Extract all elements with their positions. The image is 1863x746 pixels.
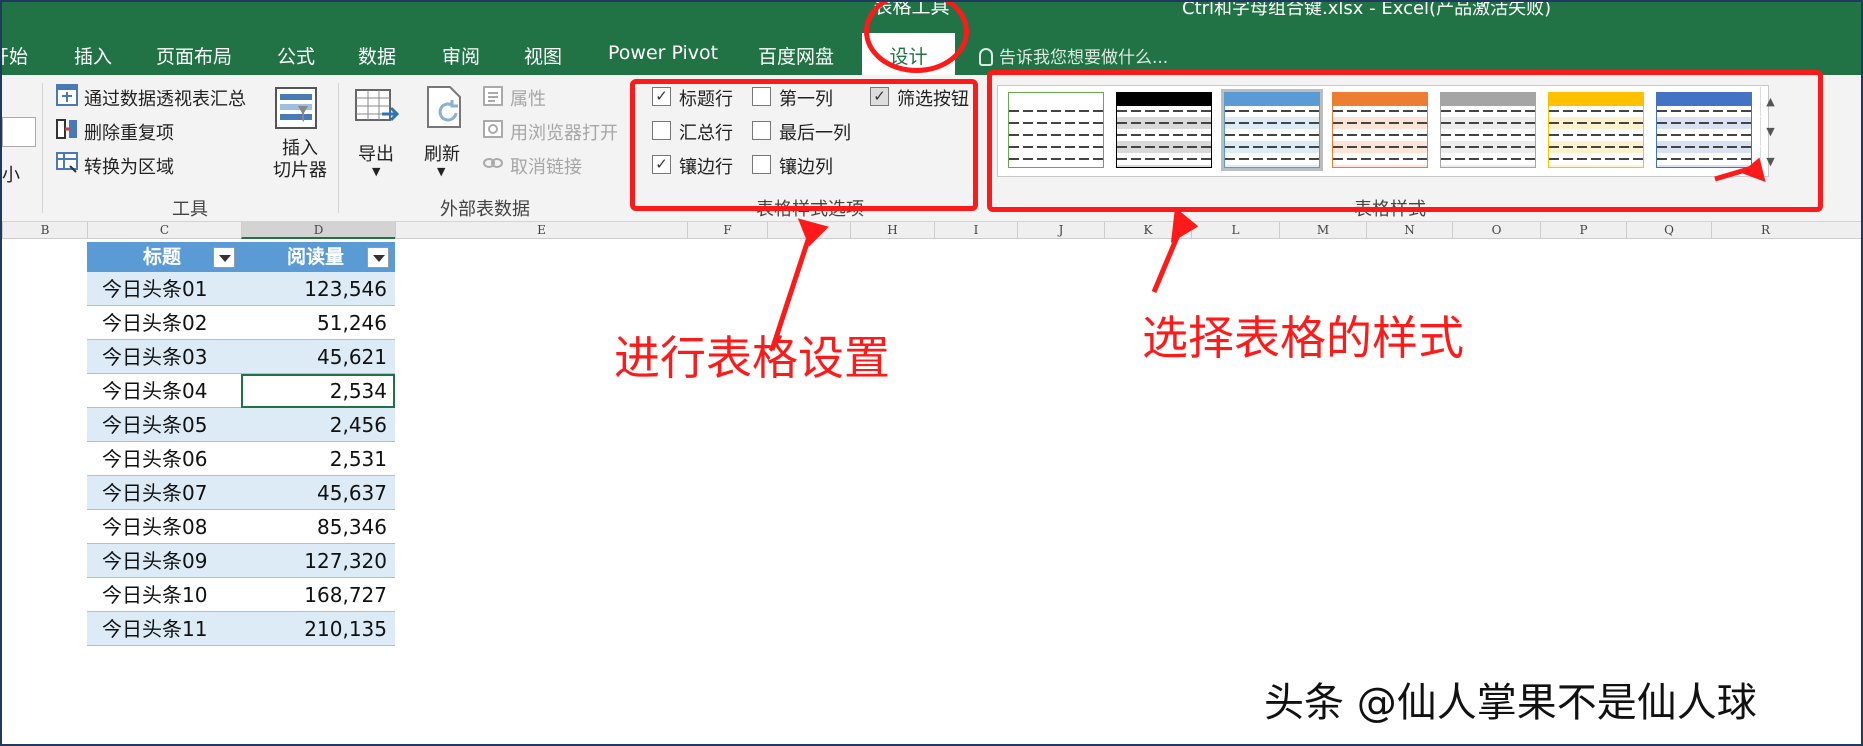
annotation-arrows [769, 157, 1766, 351]
annotation-choose-style: 选择表格的样式 [1142, 311, 1464, 365]
arrow-settings-head [797, 218, 829, 247]
watermark: 头条 @仙人掌果不是仙人球 [1264, 680, 1757, 726]
excel-window: 表格工具 Ctrl和字母组合键.xlsx - Excel(产品激活失败) 开始 … [0, 0, 1863, 746]
arrow-styles-head [1170, 207, 1199, 243]
annotation-table-settings: 进行表格设置 [614, 331, 890, 385]
arrow-more-head [1741, 157, 1766, 183]
